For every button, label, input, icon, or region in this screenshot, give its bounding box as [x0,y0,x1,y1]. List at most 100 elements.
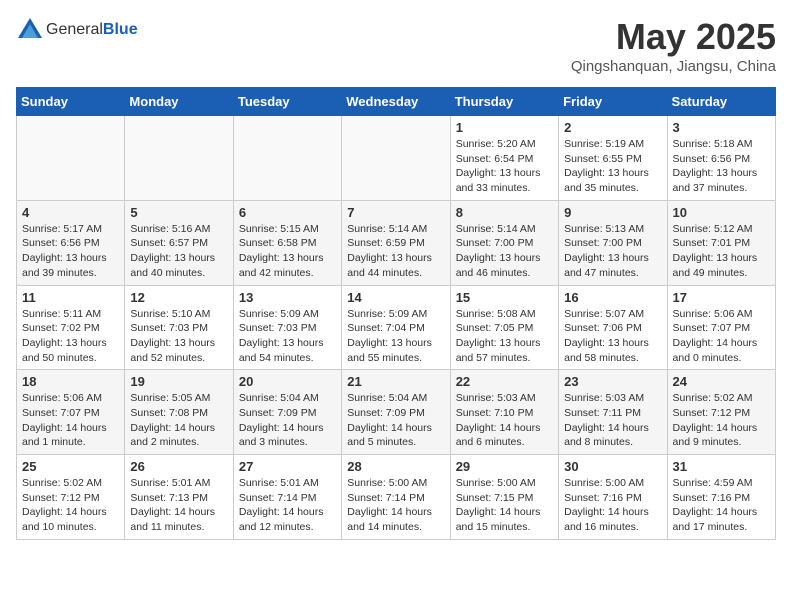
calendar-cell: 3Sunrise: 5:18 AM Sunset: 6:56 PM Daylig… [667,116,775,201]
calendar-cell [342,116,450,201]
day-number: 22 [456,374,553,389]
day-number: 28 [347,459,444,474]
day-info: Sunrise: 5:15 AM Sunset: 6:58 PM Dayligh… [239,222,336,281]
calendar-cell: 9Sunrise: 5:13 AM Sunset: 7:00 PM Daylig… [559,200,667,285]
day-number: 5 [130,205,227,220]
calendar-cell [17,116,125,201]
day-info: Sunrise: 5:00 AM Sunset: 7:16 PM Dayligh… [564,476,661,535]
calendar-cell: 24 Sunrise: 5:02 AM Sunset: 7:12 PM Dayli… [667,370,775,455]
day-info: Sunrise: 5:11 AM Sunset: 7:02 PM Dayligh… [22,307,119,366]
day-number: 29 [456,459,553,474]
day-number: 15 [456,290,553,305]
day-info: Sunrise: 5:19 AM Sunset: 6:55 PM Dayligh… [564,137,661,196]
day-number: 12 [130,290,227,305]
day-info: Sunrise: 5:10 AM Sunset: 7:03 PM Dayligh… [130,307,227,366]
day-info: Sunrise: 5:20 AM Sunset: 6:54 PM Dayligh… [456,137,553,196]
day-info: Sunrise: 5:09 AM Sunset: 7:03 PM Dayligh… [239,307,336,366]
calendar-cell: 5 Sunrise: 5:16 AM Sunset: 6:57 PM Daylig… [125,200,233,285]
day-info: Sunrise: 5:05 AM Sunset: 7:08 PM Dayligh… [130,391,227,450]
calendar-cell: 29Sunrise: 5:00 AM Sunset: 7:15 PM Dayli… [450,455,558,540]
day-number: 3 [673,120,770,135]
calendar-cell [125,116,233,201]
day-number: 16 [564,290,661,305]
logo: GeneralBlue [16,16,138,44]
day-info: Sunrise: 5:06 AM Sunset: 7:07 PM Dayligh… [22,391,119,450]
calendar-cell: 6 Sunrise: 5:15 AM Sunset: 6:58 PM Daylig… [233,200,341,285]
day-info: Sunrise: 5:14 AM Sunset: 6:59 PM Dayligh… [347,222,444,281]
day-info: Sunrise: 5:00 AM Sunset: 7:14 PM Dayligh… [347,476,444,535]
calendar-cell: 23 Sunrise: 5:03 AM Sunset: 7:11 PM Dayli… [559,370,667,455]
day-number: 2 [564,120,661,135]
day-number: 19 [130,374,227,389]
calendar-cell: 8 Sunrise: 5:14 AM Sunset: 7:00 PM Daylig… [450,200,558,285]
weekday-header-monday: Monday [125,88,233,116]
page-header: GeneralBlue May 2025 Qingshanquan, Jiang… [16,16,776,75]
calendar-cell: 10Sunrise: 5:12 AM Sunset: 7:01 PM Dayli… [667,200,775,285]
day-number: 8 [456,205,553,220]
calendar-cell: 16 Sunrise: 5:07 AM Sunset: 7:06 PM Dayli… [559,285,667,370]
day-number: 24 [673,374,770,389]
day-info: Sunrise: 5:07 AM Sunset: 7:06 PM Dayligh… [564,307,661,366]
calendar-cell: 12 Sunrise: 5:10 AM Sunset: 7:03 PM Dayli… [125,285,233,370]
day-info: Sunrise: 5:02 AM Sunset: 7:12 PM Dayligh… [22,476,119,535]
calendar-cell: 18 Sunrise: 5:06 AM Sunset: 7:07 PM Dayli… [17,370,125,455]
location: Qingshanquan, Jiangsu, China [571,58,776,75]
day-number: 26 [130,459,227,474]
day-number: 17 [673,290,770,305]
logo-blue: Blue [103,21,138,38]
day-info: Sunrise: 5:03 AM Sunset: 7:10 PM Dayligh… [456,391,553,450]
weekday-header-friday: Friday [559,88,667,116]
calendar-cell: 27 Sunrise: 5:01 AM Sunset: 7:14 PM Dayli… [233,455,341,540]
day-info: Sunrise: 5:04 AM Sunset: 7:09 PM Dayligh… [347,391,444,450]
day-number: 31 [673,459,770,474]
calendar-cell: 20 Sunrise: 5:04 AM Sunset: 7:09 PM Dayli… [233,370,341,455]
day-number: 10 [673,205,770,220]
day-number: 1 [456,120,553,135]
day-number: 6 [239,205,336,220]
calendar-week-1: 1 Sunrise: 5:20 AM Sunset: 6:54 PM Daylig… [17,116,776,201]
day-number: 18 [22,374,119,389]
calendar-cell: 19 Sunrise: 5:05 AM Sunset: 7:08 PM Dayli… [125,370,233,455]
weekday-header-tuesday: Tuesday [233,88,341,116]
weekday-header-thursday: Thursday [450,88,558,116]
weekday-header-sunday: Sunday [17,88,125,116]
day-info: Sunrise: 5:01 AM Sunset: 7:13 PM Dayligh… [130,476,227,535]
calendar-cell: 14Sunrise: 5:09 AM Sunset: 7:04 PM Dayli… [342,285,450,370]
day-info: Sunrise: 5:06 AM Sunset: 7:07 PM Dayligh… [673,307,770,366]
day-info: Sunrise: 5:01 AM Sunset: 7:14 PM Dayligh… [239,476,336,535]
day-info: Sunrise: 5:03 AM Sunset: 7:11 PM Dayligh… [564,391,661,450]
day-number: 20 [239,374,336,389]
day-number: 4 [22,205,119,220]
day-number: 30 [564,459,661,474]
calendar-cell: 13 Sunrise: 5:09 AM Sunset: 7:03 PM Dayli… [233,285,341,370]
weekday-header-wednesday: Wednesday [342,88,450,116]
calendar-cell: 15Sunrise: 5:08 AM Sunset: 7:05 PM Dayli… [450,285,558,370]
day-info: Sunrise: 5:02 AM Sunset: 7:12 PM Dayligh… [673,391,770,450]
day-number: 23 [564,374,661,389]
calendar-cell: 2 Sunrise: 5:19 AM Sunset: 6:55 PM Daylig… [559,116,667,201]
calendar-cell: 28 Sunrise: 5:00 AM Sunset: 7:14 PM Dayli… [342,455,450,540]
calendar-table: SundayMondayTuesdayWednesdayThursdayFrid… [16,87,776,540]
day-info: Sunrise: 5:04 AM Sunset: 7:09 PM Dayligh… [239,391,336,450]
day-number: 9 [564,205,661,220]
day-number: 25 [22,459,119,474]
calendar-cell: 7 Sunrise: 5:14 AM Sunset: 6:59 PM Daylig… [342,200,450,285]
weekday-header-row: SundayMondayTuesdayWednesdayThursdayFrid… [17,88,776,116]
calendar-week-3: 11Sunrise: 5:11 AM Sunset: 7:02 PM Dayli… [17,285,776,370]
calendar-cell: 30 Sunrise: 5:00 AM Sunset: 7:16 PM Dayli… [559,455,667,540]
day-number: 7 [347,205,444,220]
day-info: Sunrise: 5:14 AM Sunset: 7:00 PM Dayligh… [456,222,553,281]
calendar-cell: 22 Sunrise: 5:03 AM Sunset: 7:10 PM Dayli… [450,370,558,455]
day-number: 21 [347,374,444,389]
calendar-cell: 26 Sunrise: 5:01 AM Sunset: 7:13 PM Dayli… [125,455,233,540]
day-info: Sunrise: 5:16 AM Sunset: 6:57 PM Dayligh… [130,222,227,281]
day-number: 27 [239,459,336,474]
title-block: May 2025 Qingshanquan, Jiangsu, China [571,16,776,75]
logo-icon [16,16,44,44]
calendar-cell: 31Sunrise: 4:59 AM Sunset: 7:16 PM Dayli… [667,455,775,540]
calendar-week-4: 18 Sunrise: 5:06 AM Sunset: 7:07 PM Dayli… [17,370,776,455]
logo-general: General [46,21,103,38]
calendar-week-5: 25 Sunrise: 5:02 AM Sunset: 7:12 PM Dayli… [17,455,776,540]
calendar-week-2: 4Sunrise: 5:17 AM Sunset: 6:56 PM Daylig… [17,200,776,285]
day-number: 13 [239,290,336,305]
